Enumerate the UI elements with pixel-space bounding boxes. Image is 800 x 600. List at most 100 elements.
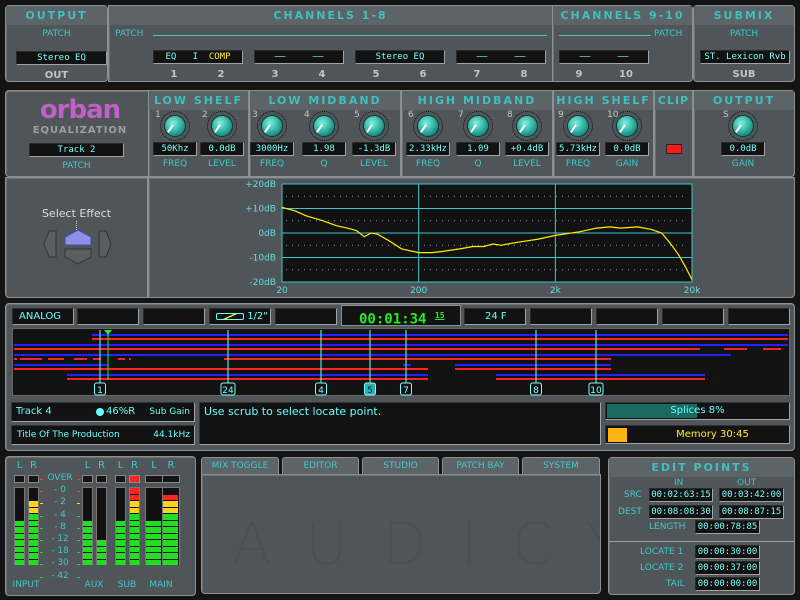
locate-marker-label: 7 [403, 386, 409, 396]
meter-segment [29, 507, 38, 513]
meter-segment [163, 520, 179, 526]
track-clip-right[interactable] [20, 358, 42, 360]
track-clip-right[interactable] [14, 368, 428, 370]
locate-marker-label: 1 [97, 386, 103, 396]
track-clip-left[interactable] [724, 344, 747, 346]
meter-scale-tick [40, 515, 43, 517]
track-clip-right[interactable] [74, 358, 87, 360]
meter-segment [130, 507, 139, 513]
meter-clip-indicator [82, 475, 93, 483]
tab-content-area: AUDICY [201, 474, 601, 594]
meter-segment [146, 559, 162, 565]
meter-channel-label: L [16, 460, 23, 471]
meter-segment [130, 527, 139, 533]
meter-segment [29, 527, 38, 533]
tab-editor[interactable]: EDITOR [282, 457, 359, 474]
track-clip-left[interactable] [14, 364, 108, 366]
splices-label: Splices 8% [670, 405, 725, 416]
track-clip-right[interactable] [763, 348, 781, 350]
track-clip-right[interactable] [129, 358, 131, 360]
meter-group-label: MAIN [149, 580, 173, 590]
meter-scale-tick [40, 564, 43, 566]
dest-in-field[interactable]: 00:08:08:30 [649, 505, 713, 519]
meter-segment [83, 559, 92, 565]
track-clip-left[interactable] [14, 344, 788, 346]
tab-studio[interactable]: STUDIO [362, 457, 439, 474]
meter-segment [130, 494, 139, 500]
out-header: OUT [737, 478, 757, 488]
track-clip-right[interactable] [496, 378, 705, 380]
track-clip-left[interactable] [455, 364, 611, 366]
splices-meter: Splices 8% [605, 402, 790, 420]
meter-segment [146, 527, 162, 533]
meter-clip-indicator [28, 475, 39, 483]
meter-scale-tick [40, 527, 43, 529]
dest-out-field[interactable]: 00:08:87:15 [719, 505, 784, 519]
meter-segment [15, 559, 24, 565]
meter-segment [29, 546, 38, 552]
meter-channel-label: L [117, 460, 124, 471]
meter-segment [146, 546, 162, 552]
sub-gain-label: Sub Gain [149, 407, 190, 417]
locate-marker-label: 24 [222, 386, 234, 396]
meter-scale-tick [77, 540, 80, 541]
meter-segment [15, 546, 24, 552]
length-field[interactable]: 00:00:78:85 [695, 520, 760, 534]
meter-segment [116, 546, 125, 552]
meter-scale-label: - 0 [54, 485, 66, 496]
meter-scale-tick [40, 503, 43, 505]
meter-segment [163, 501, 179, 507]
track-clip-left[interactable] [403, 364, 411, 366]
meter-segment [83, 546, 92, 552]
locate2-field[interactable]: 00:00:37:00 [695, 561, 760, 575]
meter-channel-label: R [98, 460, 105, 471]
meter-scale-label: - 2 [54, 497, 66, 508]
locate1-field[interactable]: 00:00:30:00 [695, 545, 760, 559]
tab-system[interactable]: SYSTEM [522, 457, 600, 474]
meter-channel-label: L [84, 460, 91, 471]
track-clip-right[interactable] [14, 348, 700, 350]
meter-segment [29, 553, 38, 559]
track-clip-right[interactable] [92, 338, 788, 340]
meter-scale-tick [40, 479, 43, 480]
track-clip-right[interactable] [455, 368, 611, 370]
meter-segment [146, 540, 162, 546]
meter-segment [130, 553, 139, 559]
meter-scale-label: - 30 [51, 558, 69, 569]
track-clip-left[interactable] [14, 354, 611, 356]
meter-group-label: SUB [117, 580, 137, 590]
meter-scale-label: - 42 [51, 570, 69, 581]
meter-segment [163, 514, 179, 520]
track-clip-right[interactable] [724, 348, 747, 350]
meter-segment [97, 540, 106, 546]
tail-field[interactable]: 00:00:00:00 [695, 577, 760, 591]
track-clip-right[interactable] [224, 358, 611, 360]
message-box: Use scrub to select locate point. [199, 402, 601, 445]
dest-label: DEST [618, 507, 642, 517]
track-clip-right[interactable] [67, 378, 428, 380]
track-info-box: Track 4 46%R Sub Gain [11, 402, 195, 422]
meter-segment [163, 507, 179, 513]
tab-patch-bay[interactable]: PATCH BAY [442, 457, 519, 474]
meter-clip-indicator [14, 475, 25, 483]
locate2-label: LOCATE 2 [640, 563, 684, 573]
track-clip-left[interactable] [496, 374, 705, 376]
meter-segment [130, 559, 139, 565]
src-out-field[interactable]: 00:03:42:00 [719, 488, 784, 502]
meter-segment [83, 533, 92, 539]
audicy-watermark: AUDICY [232, 510, 600, 578]
track-clip-right[interactable] [48, 358, 64, 360]
track-clip-right[interactable] [118, 358, 125, 360]
track-clip-left[interactable] [763, 344, 781, 346]
meter-segment [130, 501, 139, 507]
meter-group-label: AUX [84, 580, 104, 590]
meter-scale-tick [77, 564, 80, 566]
src-in-field[interactable]: 00:02:63:15 [649, 488, 713, 502]
track-clip-right[interactable] [14, 358, 17, 360]
track-clip-left[interactable] [67, 374, 428, 376]
meter-segment [15, 540, 24, 546]
meter-scale-tick [40, 491, 43, 493]
tab-mix-toggle[interactable]: MIX TOGGLE [201, 457, 279, 474]
meter-channel-label: R [131, 460, 138, 471]
track-clip-left[interactable] [92, 334, 788, 336]
